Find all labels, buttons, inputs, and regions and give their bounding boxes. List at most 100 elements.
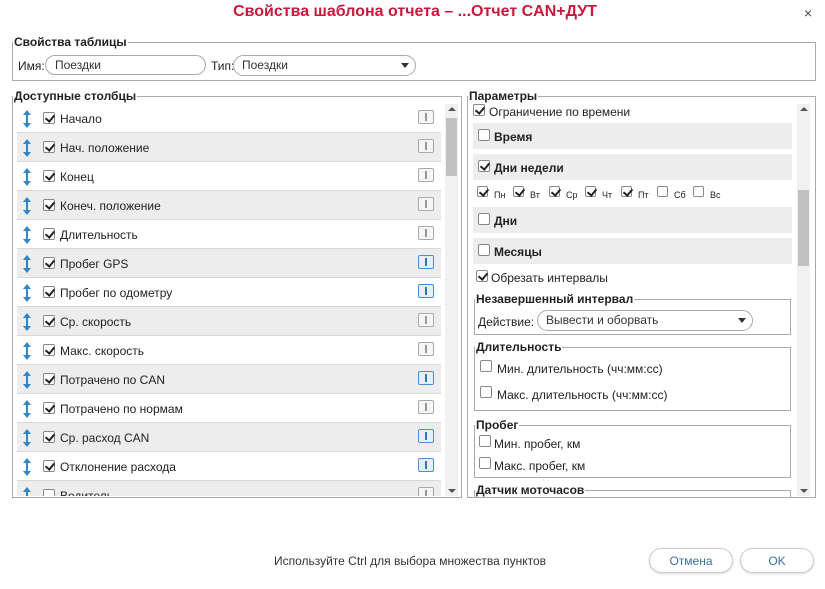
column-label: Водитель: [60, 489, 114, 496]
scroll-up-icon[interactable]: [800, 107, 808, 111]
move-arrows-icon[interactable]: [22, 255, 32, 273]
column-label: Длительность: [60, 228, 138, 242]
column-settings-icon[interactable]: [418, 313, 434, 327]
time-checkbox[interactable]: [478, 129, 490, 141]
column-settings-icon[interactable]: [418, 429, 434, 443]
column-checkbox[interactable]: [43, 373, 55, 385]
move-arrows-icon[interactable]: [22, 400, 32, 418]
move-arrows-icon[interactable]: [22, 458, 32, 476]
params-scrollbar[interactable]: [797, 104, 810, 496]
month-days-section[interactable]: Дни: [473, 207, 792, 233]
min-mileage-checkbox[interactable]: [479, 435, 491, 447]
move-arrows-icon[interactable]: [22, 139, 32, 157]
move-arrows-icon[interactable]: [22, 168, 32, 186]
time-limit-checkbox[interactable]: [473, 104, 485, 116]
scroll-down-icon[interactable]: [800, 489, 808, 493]
column-settings-icon[interactable]: [418, 139, 434, 153]
move-arrows-icon[interactable]: [22, 487, 32, 496]
column-settings-icon[interactable]: [418, 487, 434, 496]
column-checkbox[interactable]: [43, 460, 55, 472]
column-settings-icon[interactable]: [418, 342, 434, 356]
action-select[interactable]: Вывести и оборвать: [537, 310, 753, 331]
column-checkbox[interactable]: [43, 170, 55, 182]
weekday-checkbox[interactable]: [621, 186, 632, 197]
column-checkbox[interactable]: [43, 141, 55, 153]
column-row[interactable]: Конец: [17, 162, 441, 191]
column-checkbox[interactable]: [43, 228, 55, 240]
time-section[interactable]: Время: [473, 123, 792, 149]
column-settings-icon[interactable]: [418, 371, 434, 385]
move-arrows-icon[interactable]: [22, 284, 32, 302]
action-label: Действие:: [478, 315, 535, 329]
weekday-checkbox[interactable]: [657, 186, 668, 197]
scroll-down-icon[interactable]: [448, 489, 456, 493]
column-row[interactable]: Водитель: [17, 481, 441, 496]
column-checkbox[interactable]: [43, 344, 55, 356]
column-row[interactable]: Пробег по одометру: [17, 278, 441, 307]
column-checkbox[interactable]: [43, 286, 55, 298]
column-row[interactable]: Ср. расход CAN: [17, 423, 441, 452]
column-checkbox[interactable]: [43, 402, 55, 414]
column-row[interactable]: Макс. скорость: [17, 336, 441, 365]
column-settings-icon[interactable]: [418, 284, 434, 298]
column-row[interactable]: Потрачено по нормам: [17, 394, 441, 423]
column-row[interactable]: Начало: [17, 104, 441, 133]
column-row[interactable]: Ср. скорость: [17, 307, 441, 336]
scroll-up-icon[interactable]: [448, 107, 456, 111]
move-arrows-icon[interactable]: [22, 342, 32, 360]
move-arrows-icon[interactable]: [22, 429, 32, 447]
type-select-value: Поездки: [242, 58, 288, 72]
column-checkbox[interactable]: [43, 112, 55, 124]
min-duration-checkbox[interactable]: [480, 360, 492, 372]
column-checkbox[interactable]: [43, 489, 55, 496]
move-arrows-icon[interactable]: [22, 226, 32, 244]
columns-scrollbar[interactable]: [445, 104, 458, 496]
months-checkbox[interactable]: [478, 244, 490, 256]
move-arrows-icon[interactable]: [22, 110, 32, 128]
column-settings-icon[interactable]: [418, 168, 434, 182]
column-row[interactable]: Нач. положение: [17, 133, 441, 162]
column-checkbox[interactable]: [43, 315, 55, 327]
column-settings-icon[interactable]: [418, 400, 434, 414]
move-arrows-icon[interactable]: [22, 197, 32, 215]
engine-hours-group: Датчик моточасов: [474, 484, 791, 498]
cancel-button[interactable]: Отмена: [649, 548, 733, 573]
name-input[interactable]: [45, 55, 206, 75]
months-section[interactable]: Месяцы: [473, 238, 792, 264]
column-row[interactable]: Пробег GPS: [17, 249, 441, 278]
column-settings-icon[interactable]: [418, 197, 434, 211]
weekday-checkbox[interactable]: [549, 186, 560, 197]
column-checkbox[interactable]: [43, 431, 55, 443]
column-row[interactable]: Длительность: [17, 220, 441, 249]
move-arrows-icon[interactable]: [22, 313, 32, 331]
column-checkbox[interactable]: [43, 199, 55, 211]
columns-scroll-thumb[interactable]: [446, 118, 457, 176]
weekday-checkbox[interactable]: [693, 186, 704, 197]
column-settings-icon[interactable]: [418, 255, 434, 269]
max-duration-label: Макс. длительность (чч:мм:сс): [497, 388, 668, 402]
weekday-checkbox[interactable]: [513, 186, 524, 197]
column-settings-icon[interactable]: [418, 110, 434, 124]
weekdays-section[interactable]: Дни недели: [473, 154, 792, 180]
close-icon[interactable]: ×: [804, 5, 812, 21]
column-row[interactable]: Отклонение расхода: [17, 452, 441, 481]
max-mileage-checkbox[interactable]: [479, 457, 491, 469]
weekday-checkbox[interactable]: [585, 186, 596, 197]
column-row[interactable]: Потрачено по CAN: [17, 365, 441, 394]
max-duration-checkbox[interactable]: [480, 386, 492, 398]
chevron-down-icon: [738, 318, 746, 323]
column-label: Конец: [60, 170, 94, 184]
ok-button[interactable]: OK: [740, 548, 814, 573]
column-settings-icon[interactable]: [418, 226, 434, 240]
params-scroll-thumb[interactable]: [798, 190, 809, 266]
column-row[interactable]: Конеч. положение: [17, 191, 441, 220]
month-days-checkbox[interactable]: [478, 213, 490, 225]
weekday-label: Чт: [602, 190, 613, 200]
weekday-checkbox[interactable]: [477, 186, 488, 197]
move-arrows-icon[interactable]: [22, 371, 32, 389]
type-select[interactable]: Поездки: [233, 55, 416, 76]
column-checkbox[interactable]: [43, 257, 55, 269]
weekdays-checkbox[interactable]: [478, 160, 490, 172]
column-settings-icon[interactable]: [418, 458, 434, 472]
cut-intervals-checkbox[interactable]: [476, 270, 488, 282]
